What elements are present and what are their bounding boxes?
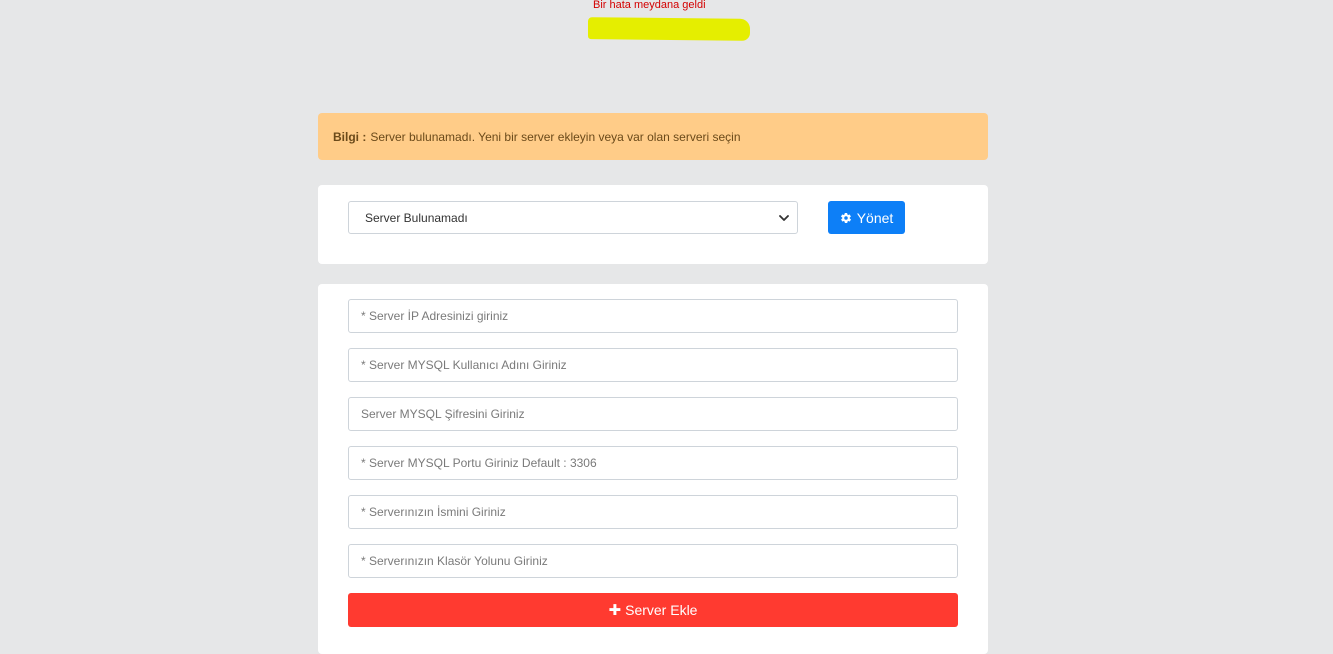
server-folder-path-input[interactable]: [348, 544, 958, 578]
mysql-password-input[interactable]: [348, 397, 958, 431]
server-select-value: Server Bulunamadı: [365, 210, 468, 225]
server-select[interactable]: Server Bulunamadı: [348, 201, 798, 234]
info-alert: Bilgi : Server bulunamadı. Yeni bir serv…: [318, 113, 988, 160]
server-select-card: Server Bulunamadı Yönet: [318, 185, 988, 264]
plus-icon: ✚: [608, 601, 622, 619]
error-message: Bir hata meydana geldi: [593, 0, 706, 11]
highlight-mark: [588, 17, 750, 41]
manage-button-label: Yönet: [856, 209, 894, 226]
error-message-area: Bir hata meydana geldi: [588, 0, 750, 42]
gear-icon: [840, 212, 852, 224]
add-server-button-label: Server Ekle: [625, 602, 698, 618]
alert-text: Server bulunamadı. Yeni bir server ekley…: [370, 129, 741, 144]
mysql-port-input[interactable]: [348, 446, 958, 480]
server-form-card: ✚ Server Ekle: [318, 284, 988, 654]
manage-button[interactable]: Yönet: [828, 201, 905, 234]
chevron-down-icon: [779, 212, 789, 222]
server-name-input[interactable]: [348, 495, 958, 529]
alert-label: Bilgi :: [333, 129, 367, 144]
add-server-button[interactable]: ✚ Server Ekle: [348, 593, 958, 627]
mysql-username-input[interactable]: [348, 348, 958, 382]
server-ip-input[interactable]: [348, 299, 958, 333]
